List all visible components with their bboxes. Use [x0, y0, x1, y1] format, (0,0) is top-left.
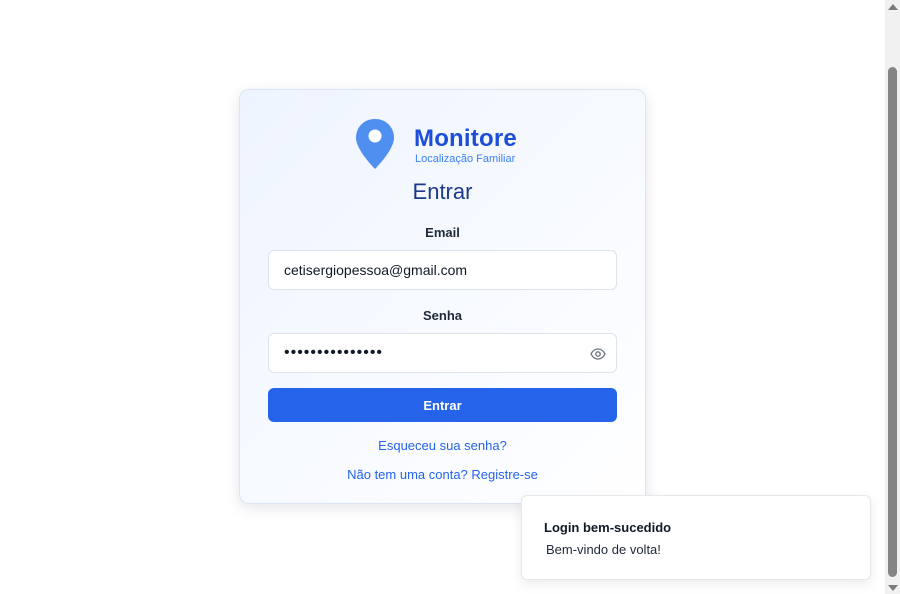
login-card: Monitore Localização Familiar Entrar Ema… — [239, 89, 646, 504]
register-link[interactable]: Não tem uma conta? Registre-se — [240, 467, 645, 482]
forgot-password-link[interactable]: Esqueceu sua senha? — [240, 438, 645, 453]
brand-header: Monitore Localização Familiar — [354, 117, 554, 177]
brand-subtitle: Localização Familiar — [415, 153, 516, 165]
password-field[interactable]: ••••••••••••••• — [268, 333, 617, 373]
login-button[interactable]: Entrar — [268, 388, 617, 422]
map-pin-icon — [356, 119, 394, 169]
email-field[interactable]: cetisergiopessoa@gmail.com — [268, 250, 617, 290]
password-label: Senha — [422, 308, 462, 323]
vertical-scrollbar[interactable] — [885, 0, 900, 594]
page: Monitore Localização Familiar Entrar Ema… — [0, 0, 900, 594]
page-title: Entrar — [412, 179, 473, 204]
scrollbar-thumb[interactable] — [888, 67, 897, 577]
toast-message: Bem-vindo de volta! — [546, 542, 661, 557]
eye-icon[interactable] — [590, 346, 606, 362]
scroll-up-icon[interactable] — [888, 4, 898, 10]
email-label: Email — [425, 225, 460, 240]
scroll-down-icon[interactable] — [888, 585, 898, 591]
toast-notification: Login bem-sucedido Bem-vindo de volta! — [521, 495, 871, 580]
email-value: cetisergiopessoa@gmail.com — [284, 262, 468, 278]
brand-name: Monitore — [414, 125, 517, 152]
toast-title: Login bem-sucedido — [544, 520, 672, 535]
password-value: ••••••••••••••• — [284, 344, 384, 361]
